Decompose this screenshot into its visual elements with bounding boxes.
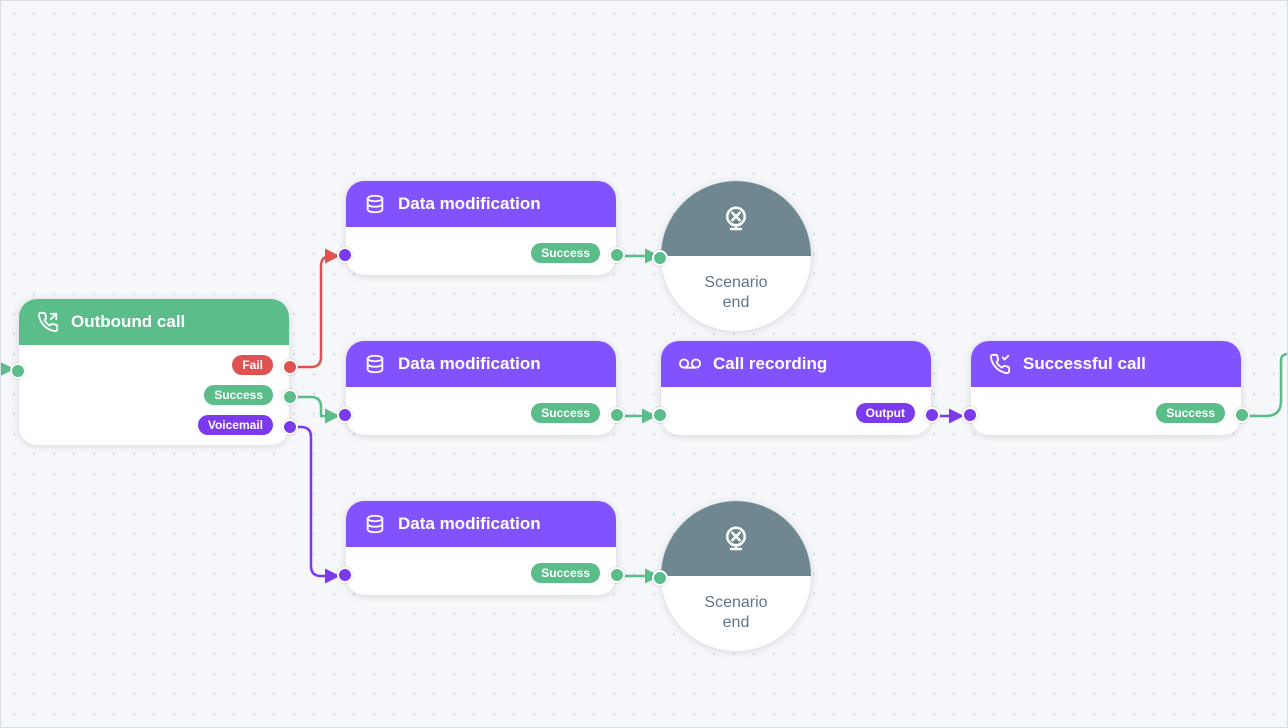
node-title: Outbound call [71,312,185,332]
port-in[interactable] [337,407,353,423]
port-success[interactable] [609,567,625,583]
end-label: Scenario end [661,273,811,313]
port-in[interactable] [652,250,668,266]
pill-output[interactable]: Output [856,403,915,423]
pill-voicemail[interactable]: Voicemail [198,415,273,435]
node-successful-call[interactable]: Successful call Success [971,341,1241,435]
node-data-mod-bot[interactable]: Data modification Success [346,501,616,595]
pill-success[interactable]: Success [531,563,600,583]
port-success[interactable] [609,247,625,263]
pill-fail[interactable]: Fail [232,355,273,375]
port-voicemail[interactable] [282,419,298,435]
end-label: Scenario end [661,593,811,633]
voicemail-icon [679,353,701,375]
port-in[interactable] [337,247,353,263]
node-title: Data modification [398,354,541,374]
data-icon [364,353,386,375]
port-in[interactable] [962,407,978,423]
node-title: Data modification [398,194,541,214]
end-icon [721,524,751,554]
pill-success[interactable]: Success [1156,403,1225,423]
node-data-mod-top[interactable]: Data modification Success [346,181,616,275]
node-outbound-call[interactable]: Outbound call Fail Success Voicemail [19,299,289,445]
port-output[interactable] [924,407,940,423]
pill-success[interactable]: Success [204,385,273,405]
phone-out-icon [37,311,59,333]
port-in[interactable] [10,363,26,379]
port-success[interactable] [609,407,625,423]
node-title: Data modification [398,514,541,534]
node-call-recording[interactable]: Call recording Output [661,341,931,435]
pill-success[interactable]: Success [531,243,600,263]
end-icon [721,204,751,234]
node-data-mod-mid[interactable]: Data modification Success [346,341,616,435]
port-in[interactable] [652,407,668,423]
phone-check-icon [989,353,1011,375]
node-scenario-end-top[interactable]: Scenario end [661,181,811,331]
port-success[interactable] [282,389,298,405]
port-fail[interactable] [282,359,298,375]
port-success[interactable] [1234,407,1250,423]
data-icon [364,193,386,215]
data-icon [364,513,386,535]
pill-success[interactable]: Success [531,403,600,423]
port-in[interactable] [652,570,668,586]
node-title: Successful call [1023,354,1146,374]
node-scenario-end-bot[interactable]: Scenario end [661,501,811,651]
port-in[interactable] [337,567,353,583]
node-title: Call recording [713,354,827,374]
